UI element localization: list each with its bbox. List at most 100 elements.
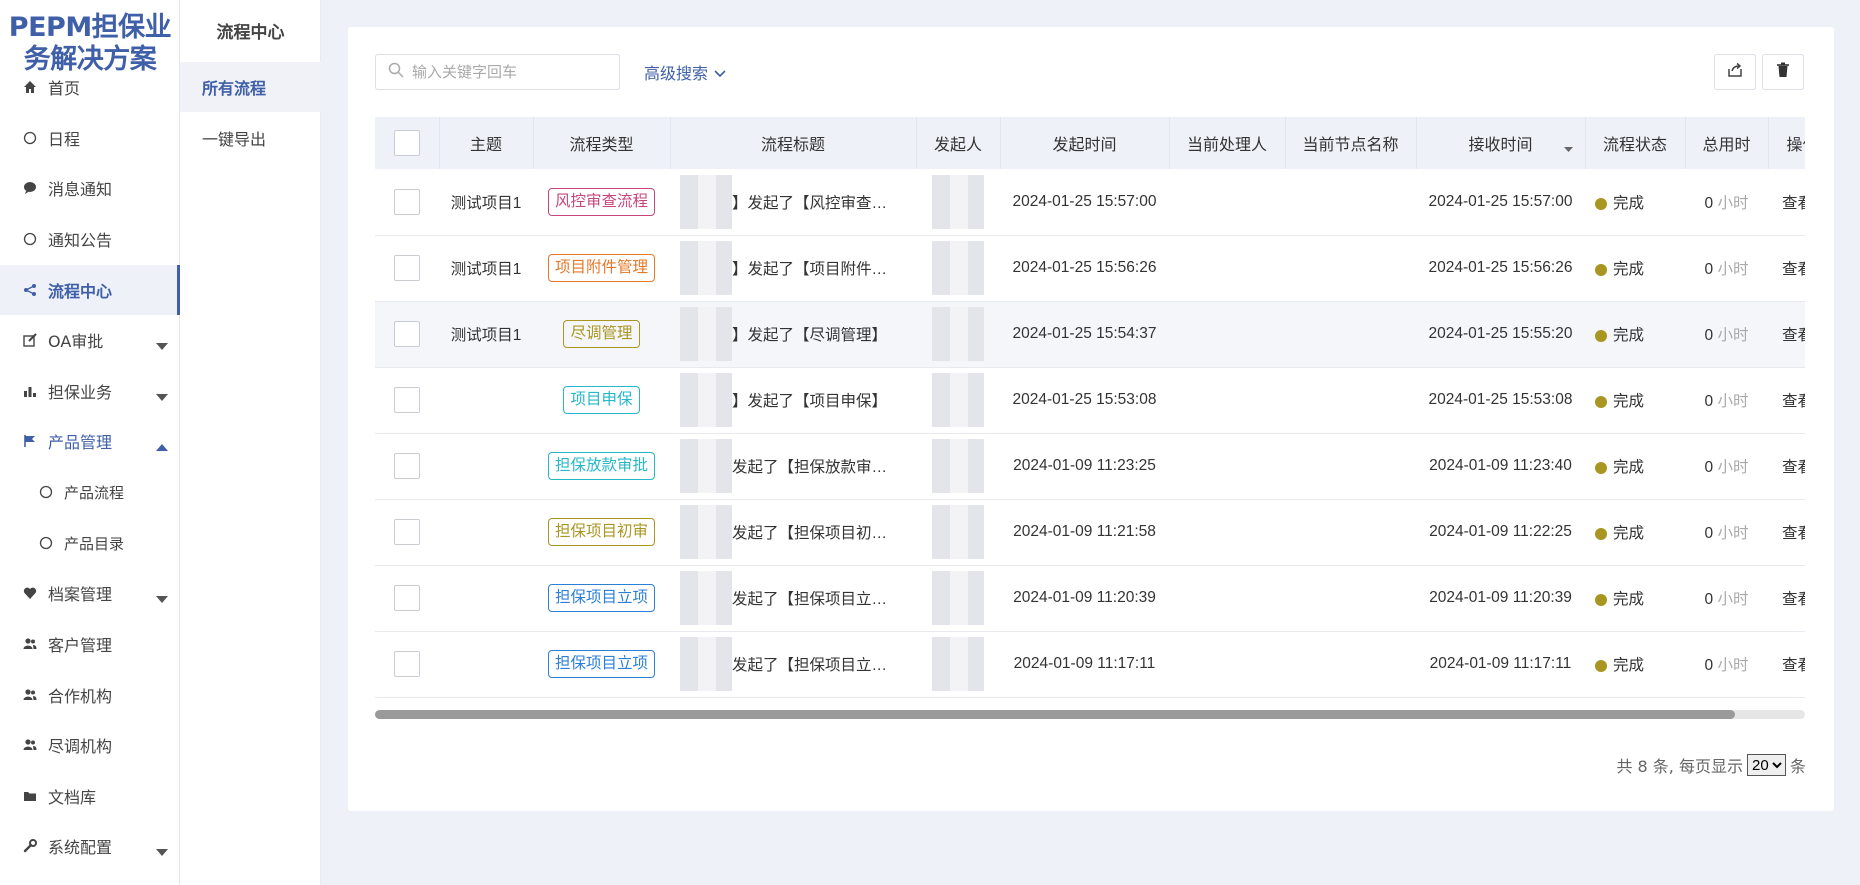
view-link[interactable]: 查看 <box>1782 195 1805 212</box>
process-type-tag: 风控审查流程 <box>547 187 655 216</box>
delete-button[interactable] <box>1762 54 1804 90</box>
nav-item-schedule[interactable]: 日程 <box>0 113 180 163</box>
row-checkbox[interactable] <box>394 651 420 677</box>
nav-item-guarantee-business[interactable]: 担保业务 <box>0 366 180 416</box>
duration-value: 0 <box>1704 657 1714 674</box>
scrollbar-thumb[interactable] <box>375 710 1735 719</box>
column-header-sortable[interactable]: 接收时间 <box>1416 117 1586 169</box>
search-box[interactable] <box>375 54 620 90</box>
process-title: 】发起了【尽调管理】 <box>732 327 888 344</box>
row-checkbox[interactable] <box>394 585 420 611</box>
title-cell[interactable]: 】发起了【项目附件… <box>670 235 916 302</box>
start-time-cell: 2024-01-25 15:54:37 <box>1000 301 1169 368</box>
row-checkbox[interactable] <box>394 519 420 545</box>
duration-value: 0 <box>1704 327 1714 344</box>
handler-cell <box>1169 631 1285 698</box>
view-link[interactable]: 查看 <box>1782 591 1805 608</box>
view-link[interactable]: 查看 <box>1782 327 1805 344</box>
process-type-tag: 担保项目立项 <box>547 584 655 612</box>
view-link[interactable]: 查看 <box>1782 459 1805 476</box>
nav-item-partners[interactable]: 合作机构 <box>0 670 180 720</box>
view-link[interactable]: 查看 <box>1782 393 1805 410</box>
title-cell[interactable]: 发起了【担保项目立… <box>670 631 916 698</box>
duration-unit: 小时 <box>1717 261 1749 278</box>
row-checkbox[interactable] <box>394 321 420 347</box>
status-dot <box>1595 659 1607 672</box>
title-cell[interactable]: 】发起了【风控审查… <box>670 169 916 236</box>
nav-item-label: OA审批 <box>48 332 104 351</box>
title-cell[interactable]: 发起了【担保放款审… <box>670 433 916 500</box>
nav-item-system-config[interactable]: 系统配置 <box>0 821 180 871</box>
flag-icon <box>22 433 38 449</box>
table-row[interactable]: 担保项目立项 发起了【担保项目立… 2024-01-09 11:17:11 2024-… <box>375 631 1805 698</box>
nav-item-document-library[interactable]: 文档库 <box>0 771 180 821</box>
subject-cell <box>439 631 533 698</box>
redacted-block <box>680 637 732 691</box>
row-select-cell <box>375 235 439 302</box>
subbar-item-all-processes[interactable]: 所有流程 <box>180 62 321 112</box>
nav-item-product-management[interactable]: 产品管理 <box>0 416 180 466</box>
title-cell[interactable]: 发起了【担保项目立… <box>670 565 916 632</box>
process-type-tag: 项目申保 <box>563 386 640 414</box>
view-link[interactable]: 查看 <box>1782 261 1805 278</box>
select-all-checkbox[interactable] <box>393 130 420 156</box>
duration-cell: 0 小时 <box>1685 499 1768 566</box>
row-select-cell <box>375 367 439 434</box>
row-checkbox[interactable] <box>394 255 420 281</box>
handler-cell <box>1169 565 1285 632</box>
nav-item-product-catalog[interactable]: 产品目录 <box>0 518 180 568</box>
column-header: 流程类型 <box>533 117 671 169</box>
nav-item-label: 系统配置 <box>48 838 113 857</box>
sort-down-icon <box>1563 140 1573 158</box>
handler-cell <box>1169 301 1285 368</box>
column-header: 流程状态 <box>1585 117 1686 169</box>
process-table-wrapper: 主题 流程类型 流程标题 发起人 发起时间 当前处理人 当前节点名称 接收时间 … <box>375 117 1805 729</box>
export-button[interactable] <box>1714 54 1756 90</box>
title-cell[interactable]: 发起了【担保项目初… <box>670 499 916 566</box>
nav-item-oa-approval[interactable]: OA审批 <box>0 315 180 365</box>
status-cell: 完成 <box>1585 235 1685 302</box>
redacted-block <box>680 373 732 427</box>
nav-item-due-diligence-orgs[interactable]: 尽调机构 <box>0 720 180 770</box>
row-checkbox[interactable] <box>394 453 420 479</box>
horizontal-scrollbar[interactable] <box>375 710 1805 719</box>
nav-item-label: 日程 <box>48 130 81 149</box>
start-time-cell: 2024-01-09 11:20:39 <box>1000 565 1169 632</box>
table-row[interactable]: 担保项目立项 发起了【担保项目立… 2024-01-09 11:20:39 2024-… <box>375 565 1805 632</box>
caret-down-icon <box>156 387 168 406</box>
users-icon <box>22 636 38 652</box>
nav-item-process-center[interactable]: 流程中心 <box>0 265 180 315</box>
sidebar: 首页 日程 消息通知 通知公告 流程中心 OA审批 担保业务 产品管理 产品流程… <box>0 0 180 885</box>
pagination: 共 8 条, 每页显示 20 条 <box>1616 753 1806 777</box>
status-label: 完成 <box>1613 261 1645 278</box>
table-row[interactable]: 担保项目初审 发起了【担保项目初… 2024-01-09 11:21:58 2024-… <box>375 499 1805 566</box>
initiator-cell <box>916 235 1000 302</box>
column-header: 流程标题 <box>670 117 917 169</box>
view-link[interactable]: 查看 <box>1782 525 1805 542</box>
nav-item-messages[interactable]: 消息通知 <box>0 163 180 213</box>
nav-item-announcements[interactable]: 通知公告 <box>0 214 180 264</box>
title-cell[interactable]: 】发起了【项目申保】 <box>670 367 916 434</box>
duration-unit: 小时 <box>1717 657 1749 674</box>
table-row[interactable]: 测试项目1 尽调管理 】发起了【尽调管理】 2024-01-25 15:54:37 20… <box>375 301 1805 368</box>
table-row[interactable]: 担保放款审批 发起了【担保放款审… 2024-01-09 11:23:25 2024-… <box>375 433 1805 500</box>
advanced-search-link[interactable]: 高级搜索 <box>644 60 726 84</box>
node-cell <box>1285 169 1416 236</box>
table-row[interactable]: 项目申保 】发起了【项目申保】 2024-01-25 15:53:08 2024-01… <box>375 367 1805 434</box>
view-link[interactable]: 查看 <box>1782 657 1805 674</box>
process-type-tag: 担保项目初审 <box>547 518 655 546</box>
row-checkbox[interactable] <box>394 188 420 215</box>
subbar-item-export[interactable]: 一键导出 <box>180 113 321 163</box>
row-checkbox[interactable] <box>394 387 420 413</box>
nav-item-product-flow[interactable]: 产品流程 <box>0 467 180 517</box>
column-header: 操作 <box>1768 117 1805 169</box>
table-row[interactable]: 测试项目1 项目附件管理 】发起了【项目附件… 2024-01-25 15:56:26… <box>375 235 1805 302</box>
select-all-cell <box>375 117 440 169</box>
search-input[interactable] <box>412 63 612 81</box>
title-cell[interactable]: 】发起了【尽调管理】 <box>670 301 916 368</box>
page-size-select[interactable]: 20 <box>1746 754 1786 776</box>
redacted-block <box>932 241 984 295</box>
nav-item-archive-management[interactable]: 档案管理 <box>0 568 180 618</box>
table-row[interactable]: 测试项目1 风控审查流程 】发起了【风控审查… 2024-01-25 15:57:00… <box>375 169 1805 236</box>
nav-item-customer-management[interactable]: 客户管理 <box>0 619 180 669</box>
